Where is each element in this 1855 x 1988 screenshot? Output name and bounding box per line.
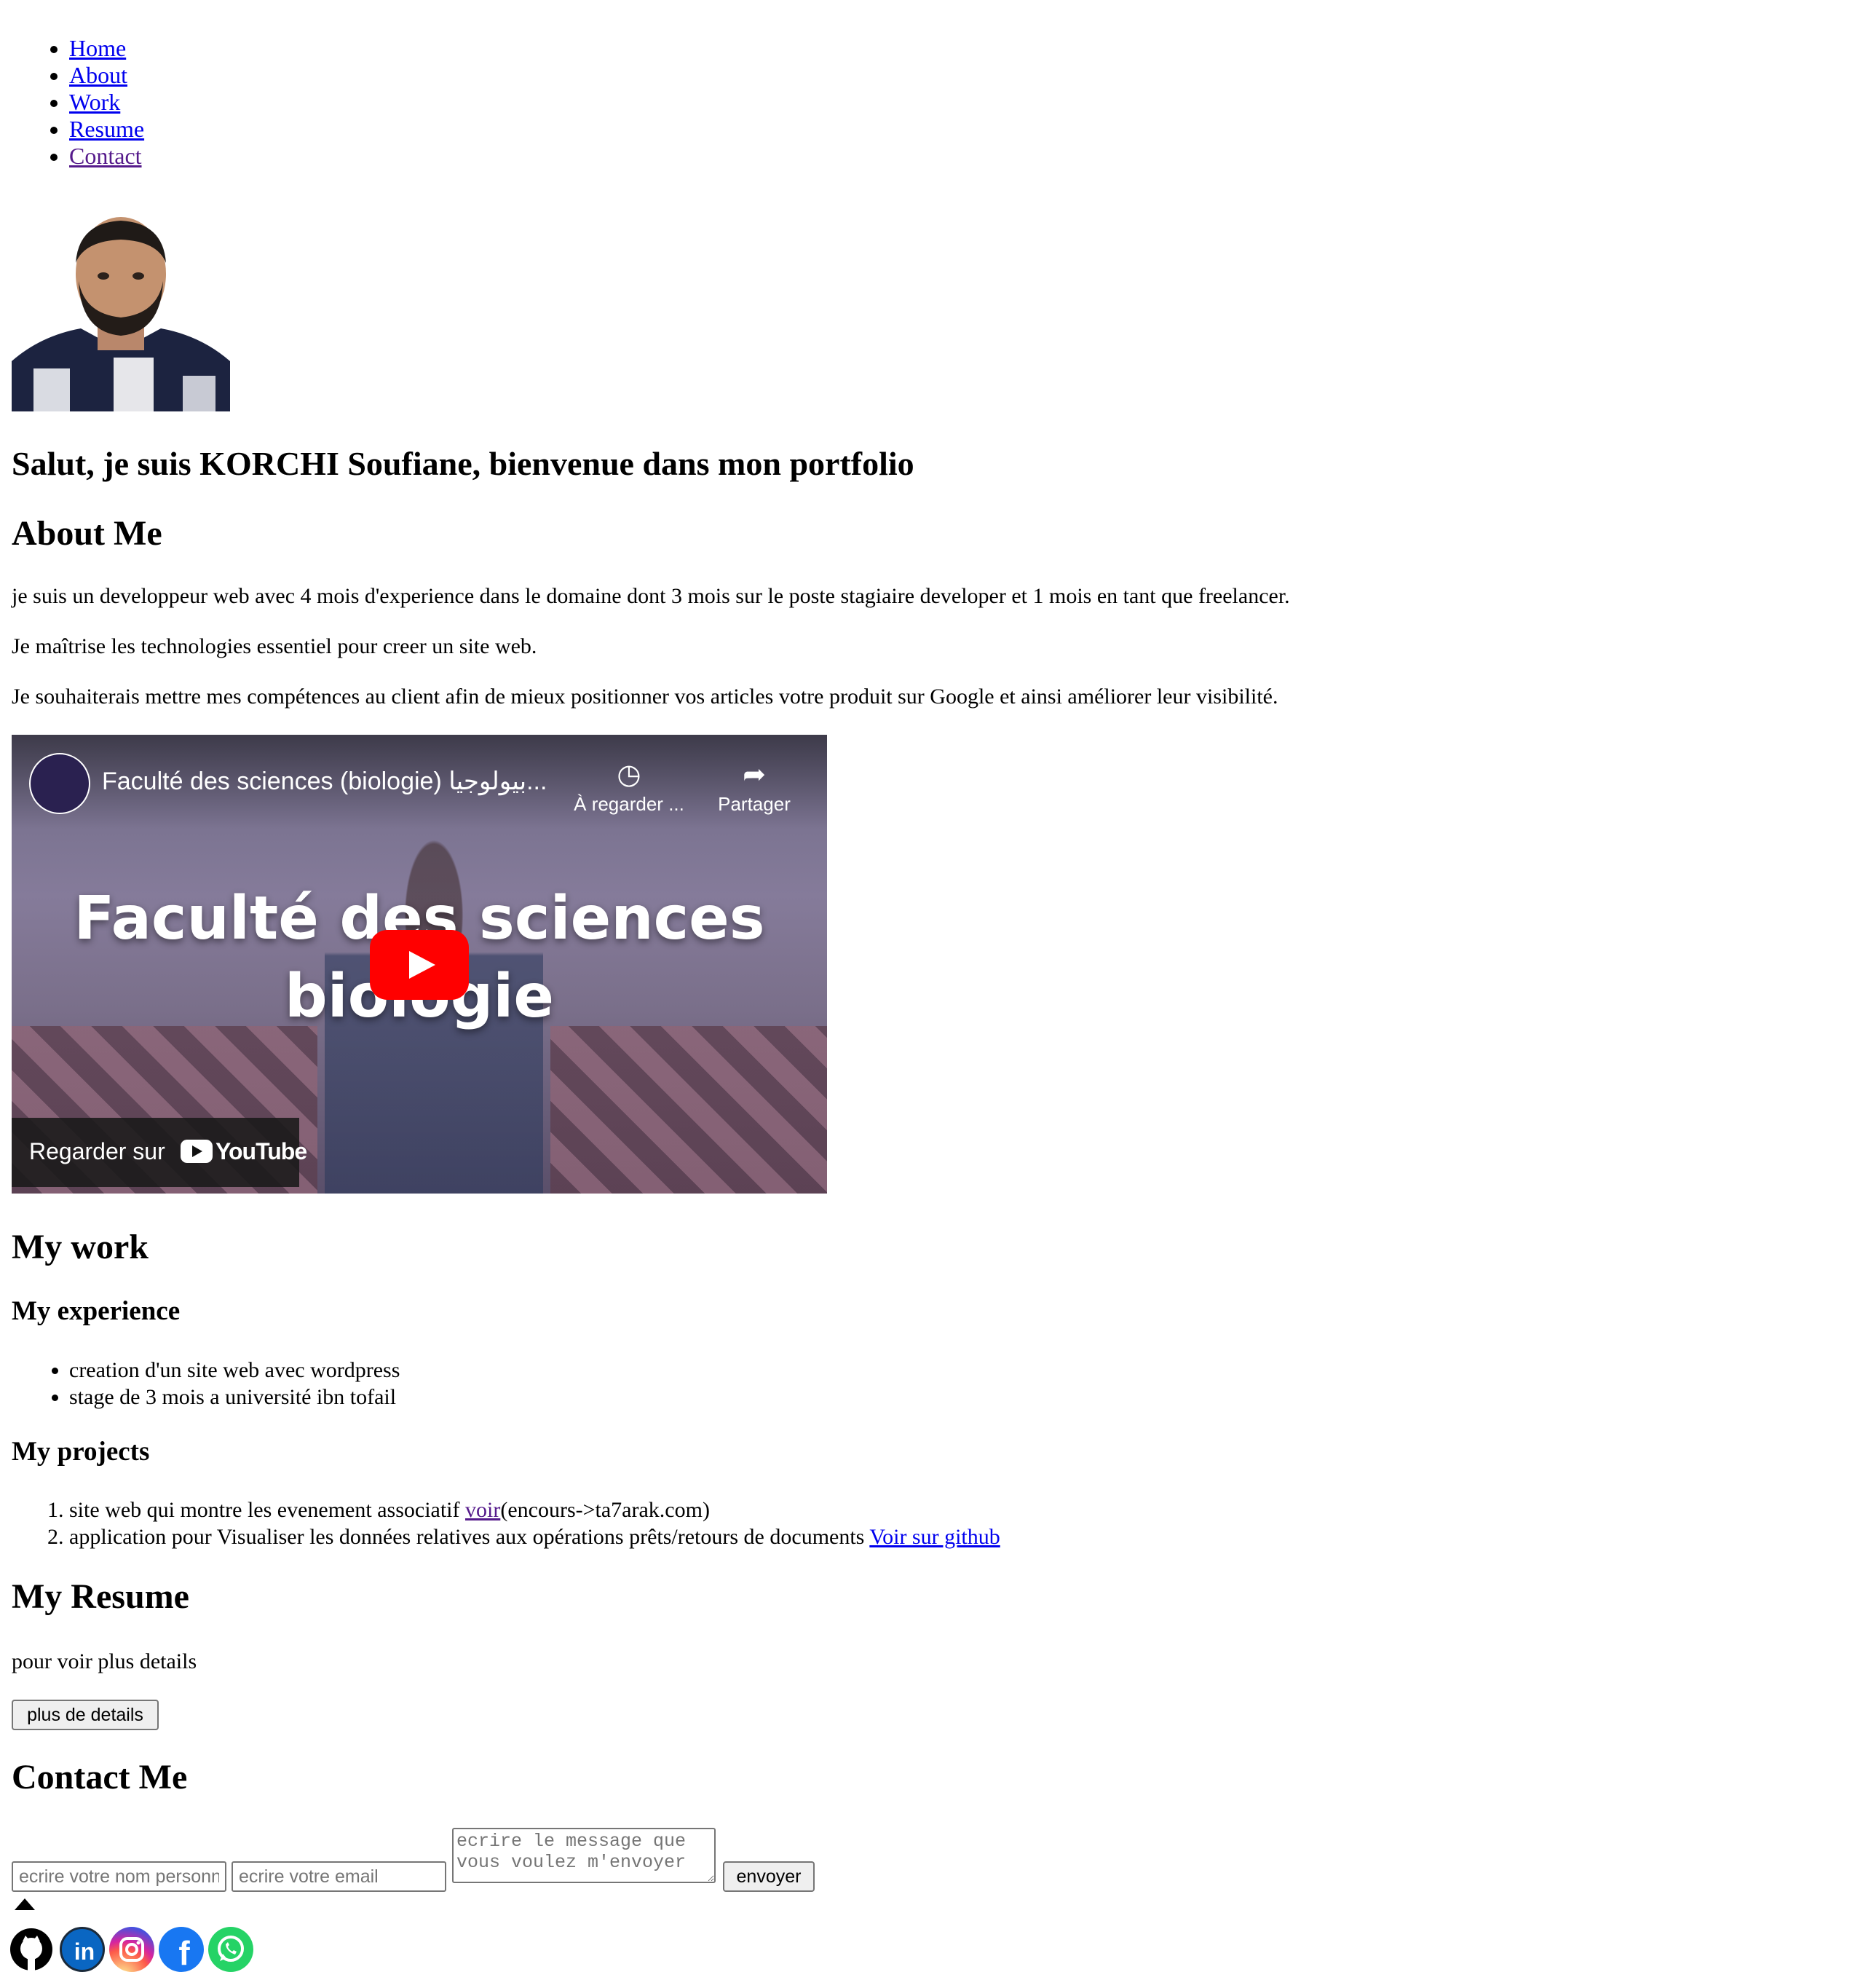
projects-list: site web qui montre les evenement associ… [69, 1496, 1000, 1550]
youtube-logo-icon [181, 1140, 213, 1163]
share-icon: ➦ [743, 760, 766, 790]
nav-link-home[interactable]: Home [69, 35, 126, 61]
project-link-voir[interactable]: voir [465, 1498, 500, 1522]
profile-photo [12, 212, 230, 411]
project-text: application pour Visualiser les données … [69, 1525, 870, 1549]
watch-later-label: À regarder ... [574, 793, 684, 815]
list-item: creation d'un site web avec wordpress [69, 1357, 400, 1384]
name-input[interactable] [12, 1861, 226, 1892]
scroll-top-icon[interactable] [15, 1898, 35, 1910]
channel-logo[interactable] [29, 753, 90, 814]
profile-photo-illustration [12, 212, 230, 411]
resume-heading: My Resume [12, 1577, 189, 1616]
email-input[interactable] [232, 1861, 446, 1892]
nav-item-contact: Contact [69, 143, 144, 170]
nav-link-resume[interactable]: Resume [69, 116, 144, 142]
share-button[interactable]: ➦ Partager [703, 757, 805, 816]
main-nav: Home About Work Resume Contact [69, 35, 144, 170]
video-title[interactable]: Faculté des sciences (biologie) بيولوجيا… [102, 767, 547, 796]
project-item-1: site web qui montre les evenement associ… [69, 1496, 1000, 1523]
send-button[interactable]: envoyer [723, 1861, 815, 1892]
github-icon-graphic [10, 1928, 52, 1971]
more-details-button[interactable]: plus de details [12, 1700, 159, 1730]
instagram-icon-graphic [119, 1937, 144, 1962]
linkedin-icon-graphic: in [74, 1938, 95, 1965]
facebook-icon-graphic: f [178, 1934, 190, 1972]
contact-heading: Contact Me [12, 1758, 188, 1796]
watch-on-label: Regarder sur [29, 1138, 165, 1164]
about-paragraph-2: Je maîtrise les technologies essentiel p… [12, 634, 537, 658]
about-heading: About Me [12, 514, 162, 553]
whatsapp-icon[interactable] [208, 1927, 253, 1972]
project-text: site web qui montre les evenement associ… [69, 1498, 465, 1522]
about-paragraph-3: Je souhaiterais mettre mes compétences a… [12, 685, 1278, 709]
about-paragraph-1: je suis un developpeur web avec 4 mois d… [12, 584, 1290, 608]
svg-text:f: f [178, 1934, 190, 1972]
nav-item-work: Work [69, 89, 144, 116]
work-heading: My work [12, 1228, 149, 1266]
message-textarea[interactable] [452, 1828, 716, 1883]
nav-item-resume: Resume [69, 116, 144, 143]
hero-title: Salut, je suis KORCHI Soufiane, bienvenu… [12, 445, 914, 482]
facebook-icon[interactable]: f [159, 1927, 204, 1972]
svg-text:in: in [74, 1938, 95, 1965]
nav-link-contact[interactable]: Contact [69, 143, 142, 169]
projects-heading: My projects [12, 1437, 150, 1467]
nav-link-about[interactable]: About [69, 62, 127, 88]
nav-item-about: About [69, 62, 144, 89]
instagram-icon[interactable] [109, 1927, 154, 1972]
nav-item-home: Home [69, 35, 144, 62]
project-suffix: (encours->ta7arak.com) [500, 1498, 710, 1522]
experience-list: creation d'un site web avec wordpress st… [69, 1357, 400, 1411]
video-background-right [550, 1026, 827, 1194]
project-link-github[interactable]: Voir sur github [869, 1525, 1000, 1549]
youtube-embed[interactable]: Faculté des sciences (biologie) بيولوجيا… [12, 735, 827, 1194]
watch-later-button[interactable]: ◷ À regarder ... [563, 757, 695, 816]
project-item-2: application pour Visualiser les données … [69, 1523, 1000, 1550]
clock-icon: ◷ [617, 760, 641, 790]
experience-heading: My experience [12, 1296, 181, 1326]
youtube-wordmark: YouTube [215, 1138, 307, 1164]
resume-text: pour voir plus details [12, 1649, 197, 1673]
linkedin-icon[interactable]: in [60, 1927, 105, 1972]
nav-link-work[interactable]: Work [69, 89, 120, 115]
play-button-icon[interactable] [370, 930, 469, 1000]
whatsapp-icon-graphic [218, 1936, 244, 1962]
github-icon[interactable] [9, 1927, 54, 1972]
share-label: Partager [718, 793, 791, 815]
watch-on-youtube-button[interactable]: Regarder sur YouTube [12, 1118, 307, 1187]
list-item: stage de 3 mois a université ibn tofail [69, 1384, 400, 1411]
